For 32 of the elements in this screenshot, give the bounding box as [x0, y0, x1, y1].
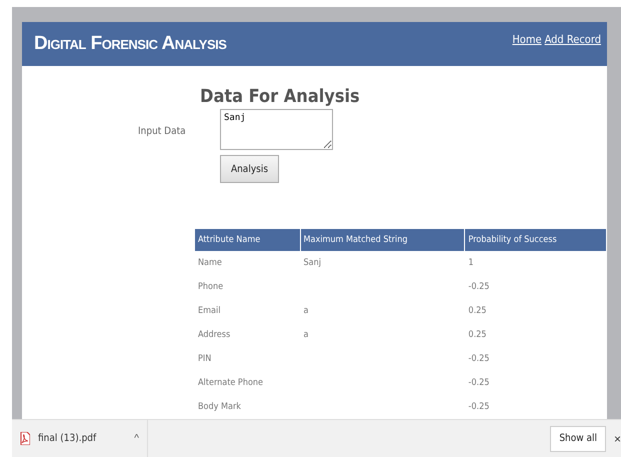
show-all-button[interactable]: Show all [550, 426, 606, 452]
table-cell-text: 0.25 [467, 305, 488, 318]
table-cell-text: PIN [197, 353, 212, 366]
nav-link[interactable]: Add Record [544, 33, 601, 46]
table-cell-text: a [302, 305, 310, 318]
table-cell-text: Address [197, 329, 232, 342]
analysis-button[interactable]: Analysis [220, 155, 279, 183]
table-cell-text: 0.25 [467, 329, 488, 342]
site-title: Digital Forensic Analysis [34, 33, 226, 55]
caret-button[interactable]: ^ [134, 433, 139, 444]
table-cell-text: -0.25 [467, 377, 490, 390]
table-cell-text: Sanj [302, 257, 322, 270]
column-header: Attribute Name [195, 229, 300, 251]
table-cell-text: Body Mark [197, 401, 242, 414]
table-cell-text: Phone [197, 281, 224, 294]
page-heading: Data For Analysis [200, 86, 361, 107]
close-button[interactable]: × [606, 432, 621, 446]
table-cell-text: -0.25 [467, 281, 490, 294]
input-field[interactable]: Sanj [220, 109, 333, 150]
table-cell-text: Alternate Phone [197, 377, 264, 390]
download-file-name[interactable]: final (13).pdf [38, 433, 96, 444]
table-cell-text: a [302, 329, 310, 342]
table-cell-text: Name [197, 257, 223, 270]
table-cell-text: 1 [467, 257, 475, 270]
nav-link[interactable]: Home [512, 33, 542, 46]
table-cell-text: Email [197, 305, 222, 318]
table-cell-text: -0.25 [467, 401, 490, 414]
table-cell-text: -0.25 [467, 353, 490, 366]
column-header: Maximum Matched String [300, 229, 466, 251]
column-header: Probability of Success [465, 229, 607, 251]
pdf-file-icon [20, 432, 30, 445]
field-label: Input Data [138, 126, 187, 139]
